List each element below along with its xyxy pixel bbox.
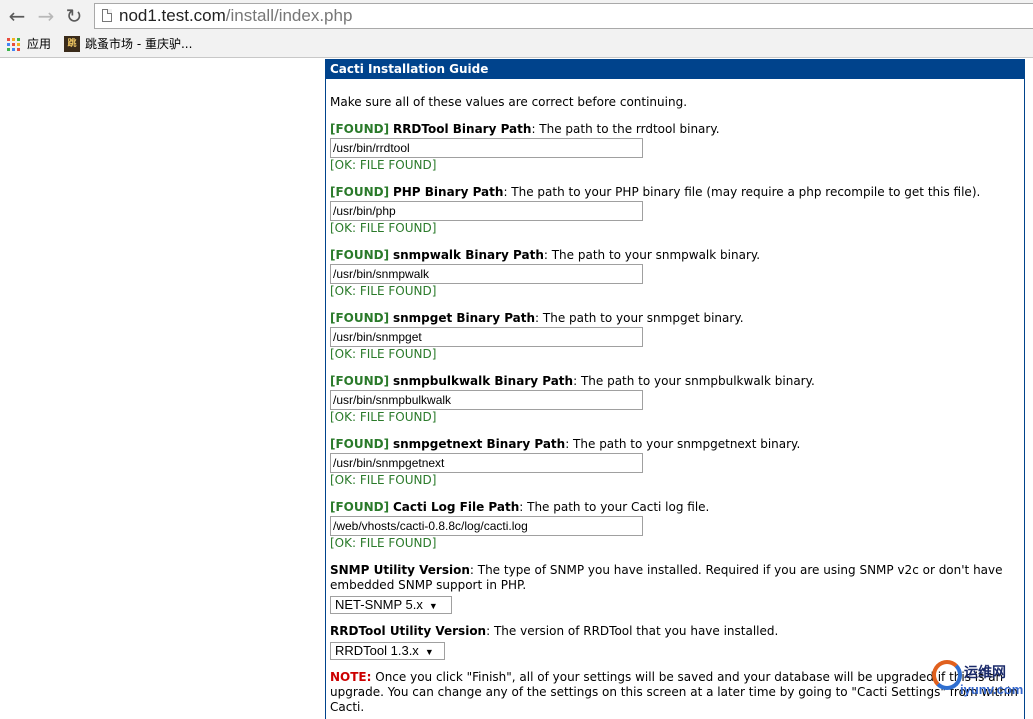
installation-guide-panel: Cacti Installation Guide Make sure all o… [325, 59, 1025, 719]
reload-icon[interactable]: ↻ [62, 4, 86, 28]
rrdtool-path-input[interactable]: /usr/bin/rrdtool [330, 138, 643, 158]
ok-status: [OK: FILE FOUND] [330, 473, 437, 487]
ok-status: [OK: FILE FOUND] [330, 536, 437, 550]
ok-status: [OK: FILE FOUND] [330, 410, 437, 424]
cacti-log-path-input[interactable]: /web/vhosts/cacti-0.8.8c/log/cacti.log [330, 516, 643, 536]
ok-status: [OK: FILE FOUND] [330, 347, 437, 361]
rrdtool-version-selected: RRDTool 1.3.x [335, 643, 419, 658]
setting-title: snmpbulkwalk Binary Path [392, 374, 574, 388]
setting-rrdtool-utility-version: RRDTool Utility Version: The version of … [330, 624, 1020, 660]
setting-snmp-utility-version: SNMP Utility Version: The type of SNMP y… [330, 563, 1020, 614]
bookmark-apps-label[interactable]: 应用 [27, 37, 51, 51]
setting-title: snmpwalk Binary Path [392, 248, 544, 262]
found-badge: [FOUND] [330, 374, 390, 388]
ok-status: [OK: FILE FOUND] [330, 221, 437, 235]
setting-snmpget-path: [FOUND] snmpget Binary Path: The path to… [330, 311, 1020, 362]
setting-desc: : The path to your PHP binary file (may … [503, 185, 981, 199]
setting-desc: : The version of RRDTool that you have i… [486, 624, 779, 638]
setting-title: Cacti Log File Path [392, 500, 520, 514]
browser-toolbar: ← → ↻ nod1.test.com/install/index.php [0, 0, 1033, 32]
php-path-input[interactable]: /usr/bin/php [330, 201, 643, 221]
setting-desc: : The path to your Cacti log file. [519, 500, 710, 514]
guide-header: Cacti Installation Guide [326, 59, 1024, 79]
snmp-version-select[interactable]: NET-SNMP 5.x ▼ [330, 596, 452, 614]
setting-desc: : The path to your snmpwalk binary. [543, 248, 761, 262]
snmpgetnext-path-input[interactable]: /usr/bin/snmpgetnext [330, 453, 643, 473]
url-path: /install/index.php [225, 6, 353, 25]
watermark-url: iyunv.com [960, 682, 1024, 697]
setting-title: RRDTool Binary Path [392, 122, 532, 136]
setting-snmpwalk-path: [FOUND] snmpwalk Binary Path: The path t… [330, 248, 1020, 299]
snmpwalk-path-input[interactable]: /usr/bin/snmpwalk [330, 264, 643, 284]
snmpget-path-input[interactable]: /usr/bin/snmpget [330, 327, 643, 347]
setting-title: RRDTool Utility Version [330, 624, 487, 638]
chevron-down-icon: ▼ [428, 601, 438, 611]
forward-arrow-icon[interactable]: → [34, 4, 58, 28]
site-favicon-icon: 跳 [64, 36, 80, 52]
url-host: nod1.test.com [119, 6, 226, 25]
page-icon [102, 9, 112, 22]
setting-title: snmpget Binary Path [392, 311, 536, 325]
found-badge: [FOUND] [330, 122, 390, 136]
setting-snmpgetnext-path: [FOUND] snmpgetnext Binary Path: The pat… [330, 437, 1020, 488]
setting-title: snmpgetnext Binary Path [392, 437, 566, 451]
swirl-logo-icon [932, 660, 962, 690]
watermark-logo: 运维网 iyunv.com [930, 658, 1030, 704]
ok-status: [OK: FILE FOUND] [330, 284, 437, 298]
setting-desc: : The path to your snmpget binary. [535, 311, 744, 325]
ok-status: [OK: FILE FOUND] [330, 158, 437, 172]
note-label: NOTE: [330, 670, 372, 684]
setting-snmpbulkwalk-path: [FOUND] snmpbulkwalk Binary Path: The pa… [330, 374, 1020, 425]
setting-title: SNMP Utility Version [330, 563, 470, 577]
found-badge: [FOUND] [330, 185, 390, 199]
snmp-version-selected: NET-SNMP 5.x [335, 597, 423, 612]
bookmark-market-label[interactable]: 跳蚤市场 - 重庆驴... [85, 37, 192, 51]
setting-php-path: [FOUND] PHP Binary Path: The path to you… [330, 185, 1020, 236]
setting-desc: : The path to the rrdtool binary. [531, 122, 720, 136]
setting-title: PHP Binary Path [392, 185, 504, 199]
note-text: NOTE: Once you click "Finish", all of yo… [330, 670, 1020, 715]
bookmarks-bar: 应用 跳 跳蚤市场 - 重庆驴... [0, 32, 1033, 58]
address-bar[interactable]: nod1.test.com/install/index.php [94, 3, 1033, 29]
found-badge: [FOUND] [330, 311, 390, 325]
found-badge: [FOUND] [330, 500, 390, 514]
intro-text: Make sure all of these values are correc… [330, 95, 688, 109]
snmpbulkwalk-path-input[interactable]: /usr/bin/snmpbulkwalk [330, 390, 643, 410]
setting-desc: : The path to your snmpbulkwalk binary. [573, 374, 815, 388]
found-badge: [FOUND] [330, 437, 390, 451]
found-badge: [FOUND] [330, 248, 390, 262]
url-text[interactable]: nod1.test.com/install/index.php [119, 6, 352, 26]
apps-grid-icon[interactable] [7, 38, 21, 52]
setting-rrdtool-path: [FOUND] RRDTool Binary Path: The path to… [330, 122, 1020, 173]
watermark-name: 运维网 [964, 665, 1006, 681]
note-body: Once you click "Finish", all of your set… [330, 670, 1018, 714]
chevron-down-icon: ▼ [424, 647, 434, 657]
back-arrow-icon[interactable]: ← [5, 4, 29, 28]
setting-desc: : The path to your snmpgetnext binary. [565, 437, 801, 451]
rrdtool-version-select[interactable]: RRDTool 1.3.x ▼ [330, 642, 445, 660]
setting-cacti-log-path: [FOUND] Cacti Log File Path: The path to… [330, 500, 1020, 551]
